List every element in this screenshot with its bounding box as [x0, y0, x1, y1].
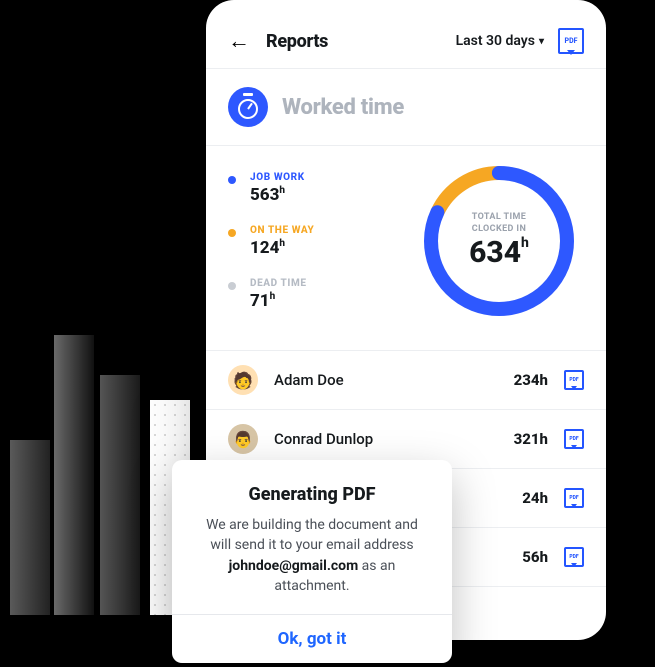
stopwatch-icon	[228, 87, 268, 127]
chevron-down-icon: ▾	[539, 36, 544, 47]
date-range-label: Last 30 days	[456, 33, 535, 49]
export-pdf-button[interactable]: PDF	[558, 28, 584, 54]
legend-value: 71h	[250, 291, 307, 311]
dot-icon	[228, 282, 236, 290]
employee-hours: 321h	[514, 430, 548, 448]
download-icon	[567, 50, 575, 55]
legend-item-on-the-way: ON THE WAY 124h	[228, 225, 410, 258]
row-export-pdf-button[interactable]: PDF	[564, 370, 584, 390]
table-row[interactable]: 🧑 Adam Doe 234h PDF	[206, 351, 606, 410]
legend-item-job-work: JOB WORK 563h	[228, 172, 410, 205]
avatar: 🧑	[228, 365, 258, 395]
legend-label: DEAD TIME	[250, 278, 307, 289]
legend-item-dead-time: DEAD TIME 71h	[228, 278, 410, 311]
row-export-pdf-button[interactable]: PDF	[564, 429, 584, 449]
date-range-selector[interactable]: Last 30 days ▾	[456, 33, 544, 49]
dialog-message: We are building the document and will se…	[194, 515, 430, 596]
donut-chart: TOTAL TIMECLOCKED IN 634h	[414, 156, 584, 326]
dialog-confirm-button[interactable]: Ok, got it	[172, 614, 452, 663]
legend: JOB WORK 563h ON THE WAY 124h DEAD TIME …	[228, 172, 410, 311]
page-title: Reports	[266, 31, 328, 52]
back-arrow-icon[interactable]: ←	[228, 28, 250, 54]
employee-hours: 234h	[514, 371, 548, 389]
stats-panel: JOB WORK 563h ON THE WAY 124h DEAD TIME …	[206, 146, 606, 350]
legend-value: 563h	[250, 185, 305, 205]
employee-name: Adam Doe	[274, 371, 514, 389]
legend-label: ON THE WAY	[250, 225, 314, 236]
row-export-pdf-button[interactable]: PDF	[564, 547, 584, 567]
legend-value: 124h	[250, 238, 314, 258]
section-header: Worked time	[206, 69, 606, 145]
donut-value: 634h	[469, 235, 529, 270]
app-header: ← Reports Last 30 days ▾ PDF	[206, 18, 606, 68]
dialog-title: Generating PDF	[194, 484, 430, 505]
donut-label: TOTAL TIMECLOCKED IN	[472, 212, 527, 235]
dot-icon	[228, 229, 236, 237]
avatar: 👨	[228, 424, 258, 454]
dot-icon	[228, 176, 236, 184]
section-title: Worked time	[282, 95, 404, 120]
employee-hours: 24h	[522, 489, 548, 507]
employee-hours: 56h	[522, 548, 548, 566]
legend-label: JOB WORK	[250, 172, 305, 183]
employee-name: Conrad Dunlop	[274, 430, 514, 448]
row-export-pdf-button[interactable]: PDF	[564, 488, 584, 508]
pdf-generating-dialog: Generating PDF We are building the docum…	[172, 460, 452, 663]
dialog-email: johndoe@gmail.com	[229, 558, 359, 574]
